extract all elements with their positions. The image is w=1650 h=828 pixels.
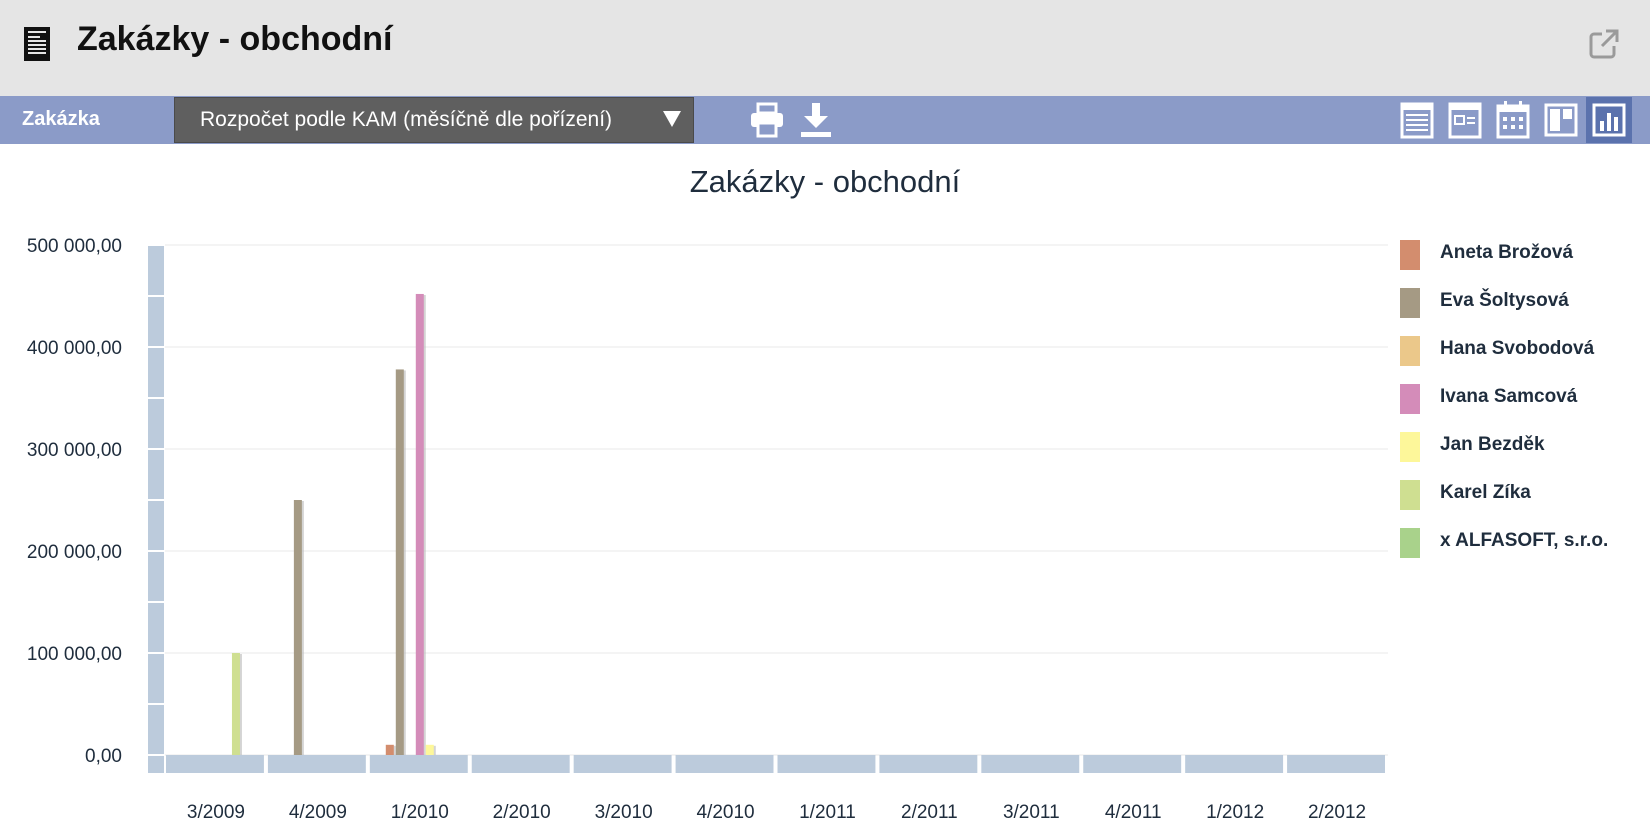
print-icon[interactable] <box>748 101 786 139</box>
page-title: Zakázky - obchodní <box>77 20 393 58</box>
legend-label: Hana Svobodová <box>1440 338 1595 359</box>
chart-view-icon <box>1592 103 1626 137</box>
calendar-view-button[interactable] <box>1490 97 1536 143</box>
legend-label: x ALFASOFT, s.r.o. <box>1440 530 1609 551</box>
legend-swatch <box>1400 336 1420 366</box>
legend-swatch <box>1400 384 1420 414</box>
form-view-button[interactable] <box>1442 97 1488 143</box>
x-tick-label: 1/2011 <box>799 802 856 823</box>
x-axis-segment <box>267 755 366 773</box>
legend-label: Karel Zíka <box>1440 482 1531 503</box>
x-tick-label: 3/2011 <box>1003 802 1060 823</box>
x-axis-segment <box>879 755 978 773</box>
split-view-button[interactable] <box>1538 97 1584 143</box>
x-tick-label: 2/2010 <box>493 802 551 823</box>
x-axis-segment <box>369 755 468 773</box>
y-tick-label: 300 000,00 <box>27 440 122 461</box>
download-icon[interactable] <box>797 101 835 139</box>
bar[interactable] <box>385 744 394 755</box>
x-axis-segment <box>1287 755 1385 773</box>
y-tick-label: 100 000,00 <box>27 644 122 665</box>
report-select[interactable]: Rozpočet podle KAM (měsíčně dle pořízení… <box>174 97 694 143</box>
x-tick-label: 1/2012 <box>1206 802 1264 823</box>
x-tick-label: 3/2009 <box>187 802 245 823</box>
legend-swatch <box>1400 240 1420 270</box>
x-tick-label: 1/2010 <box>391 802 449 823</box>
x-tick-label: 4/2009 <box>289 802 347 823</box>
x-tick-label: 3/2010 <box>595 802 653 823</box>
chart-view-button[interactable] <box>1586 97 1632 143</box>
bar[interactable] <box>415 293 424 755</box>
chart-title: Zakázky - obchodní <box>689 164 961 199</box>
x-tick-label: 4/2010 <box>696 802 754 823</box>
y-axis-band <box>148 245 164 773</box>
bar[interactable] <box>395 369 404 755</box>
x-axis-segment <box>981 755 1080 773</box>
calendar-view-icon <box>1496 101 1530 139</box>
legend-label: Eva Šoltysová <box>1440 290 1569 311</box>
section-label: Zakázka <box>22 108 100 130</box>
legend-label: Ivana Samcová <box>1440 386 1578 407</box>
legend-swatch <box>1400 528 1420 558</box>
toolbar: Zakázka Rozpočet podle KAM (měsíčně dle … <box>0 96 1650 144</box>
x-axis-segment <box>675 755 774 773</box>
y-tick-label: 200 000,00 <box>27 542 122 563</box>
x-axis-segment <box>166 755 264 773</box>
y-tick-label: 400 000,00 <box>27 338 122 359</box>
chart: 0,00 100 000,00 200 000,00 300 000,00 400 00… <box>27 236 1388 823</box>
x-axis-segment <box>1083 755 1182 773</box>
x-axis-segment <box>1185 755 1284 773</box>
legend-swatch <box>1400 480 1420 510</box>
external-link-icon[interactable] <box>1588 28 1620 60</box>
x-axis-segment <box>471 755 570 773</box>
table-view-button[interactable] <box>1394 97 1440 143</box>
bar[interactable] <box>425 744 434 755</box>
title-bar: Zakázky - obchodní <box>0 0 1650 96</box>
report-select-value: Rozpočet podle KAM (měsíčně dle pořízení… <box>200 108 613 131</box>
x-tick-label: 4/2011 <box>1105 802 1162 823</box>
legend-swatch <box>1400 288 1420 318</box>
chevron-down-icon <box>663 111 681 127</box>
split-view-icon <box>1544 103 1578 137</box>
x-tick-label: 2/2011 <box>901 802 958 823</box>
legend-label: Jan Bezděk <box>1440 434 1545 455</box>
x-axis-segment <box>573 755 672 773</box>
bar[interactable] <box>293 500 302 755</box>
table-view-icon <box>1400 102 1434 139</box>
legend-swatch <box>1400 432 1420 462</box>
bar[interactable] <box>231 653 240 755</box>
x-axis-segment <box>777 755 876 773</box>
y-tick-label: 500 000,00 <box>27 236 122 257</box>
form-view-icon <box>1448 102 1482 139</box>
y-tick-label: 0,00 <box>85 746 122 767</box>
legend-label: Aneta Brožová <box>1440 242 1574 263</box>
document-icon <box>24 27 50 61</box>
x-tick-label: 2/2012 <box>1308 802 1366 823</box>
